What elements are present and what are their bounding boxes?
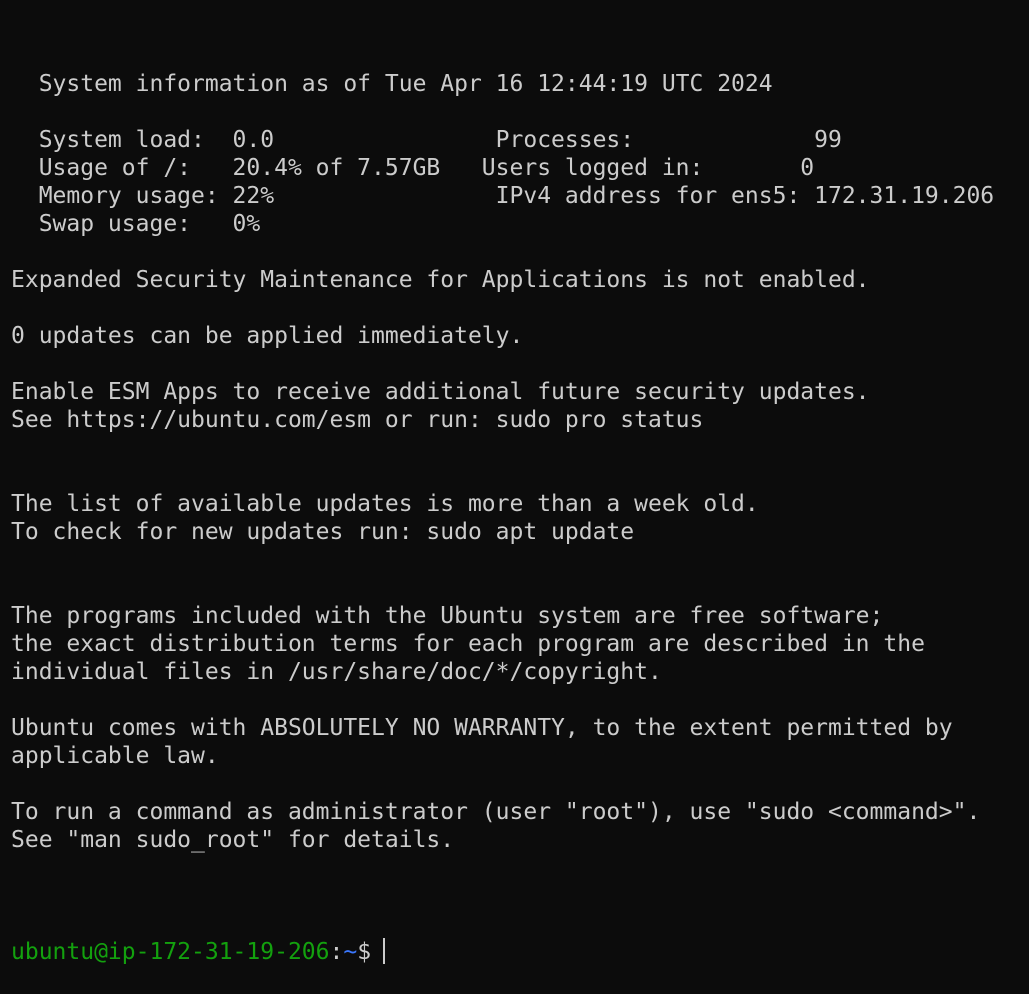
terminal-output-line: The list of available updates is more th…	[11, 491, 759, 517]
terminal-output-line: See https://ubuntu.com/esm or run: sudo …	[11, 407, 704, 433]
terminal-output: System information as of Tue Apr 16 12:4…	[11, 70, 1029, 882]
terminal-output-line: The programs included with the Ubuntu sy…	[11, 603, 884, 629]
terminal-output-line: individual files in /usr/share/doc/*/cop…	[11, 659, 662, 685]
prompt-path: ~	[343, 939, 358, 965]
terminal-output-line: Expanded Security Maintenance for Applic…	[11, 267, 870, 293]
prompt-symbol: $	[357, 939, 372, 965]
terminal-output-line: System information as of Tue Apr 16 12:4…	[11, 71, 773, 97]
terminal-output-line: Enable ESM Apps to receive additional fu…	[11, 379, 870, 405]
terminal-output-line: To run a command as administrator (user …	[11, 799, 981, 825]
prompt-user-host: ubuntu@ip-172-31-19-206	[11, 939, 330, 965]
terminal-window[interactable]: System information as of Tue Apr 16 12:4…	[0, 0, 1029, 965]
text-cursor[interactable]	[383, 938, 386, 964]
terminal-output-line: To check for new updates run: sudo apt u…	[11, 519, 635, 545]
terminal-output-line: 0 updates can be applied immediately.	[11, 323, 524, 349]
terminal-output-line: See "man sudo_root" for details.	[11, 827, 455, 853]
prompt-colon: :	[329, 939, 344, 965]
terminal-output-line: Memory usage: 22% IPv4 address for ens5:…	[11, 183, 995, 209]
shell-prompt-line[interactable]: ubuntu@ip-172-31-19-206:~$	[11, 938, 1029, 966]
terminal-output-line: System load: 0.0 Processes: 99	[11, 127, 842, 153]
terminal-output-line: the exact distribution terms for each pr…	[11, 631, 925, 657]
terminal-output-line: Swap usage: 0%	[11, 211, 261, 237]
terminal-output-line: applicable law.	[11, 743, 219, 769]
terminal-output-line: Ubuntu comes with ABSOLUTELY NO WARRANTY…	[11, 715, 953, 741]
terminal-output-line: Usage of /: 20.4% of 7.57GB Users logged…	[11, 155, 815, 181]
